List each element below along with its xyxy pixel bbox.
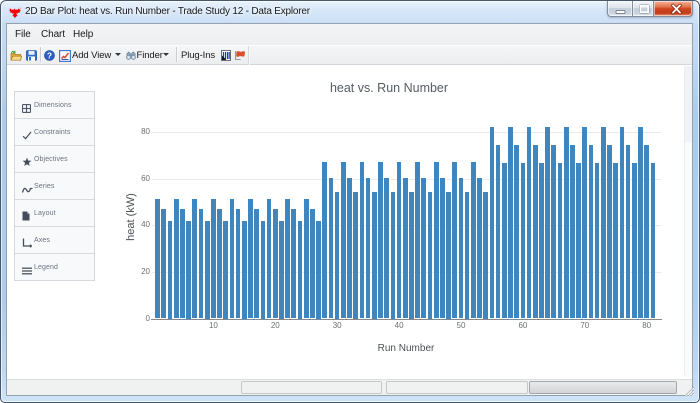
svg-text:?: ? <box>47 50 52 60</box>
